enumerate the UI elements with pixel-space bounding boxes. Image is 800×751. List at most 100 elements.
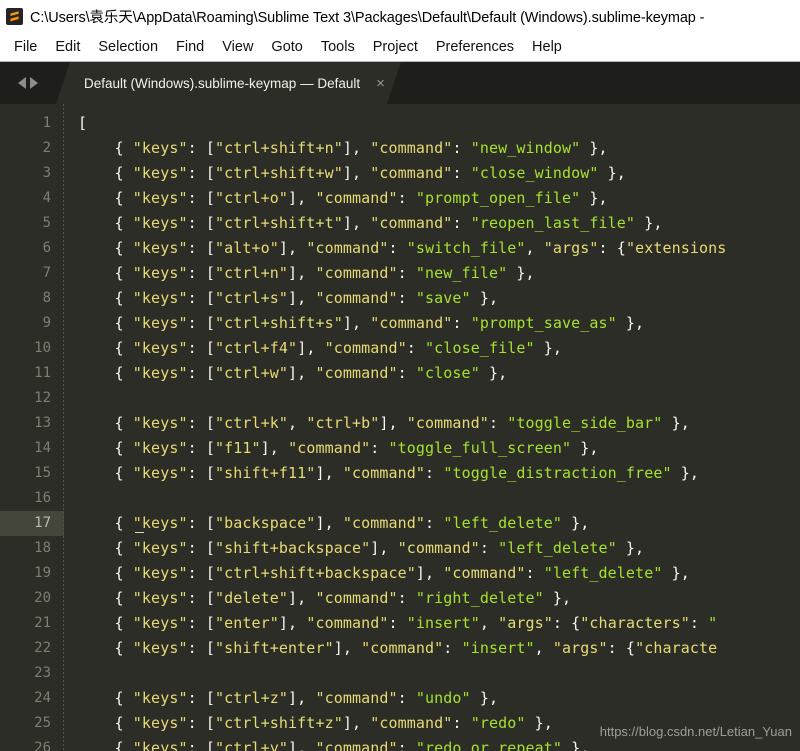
code-token: }, bbox=[616, 314, 645, 332]
line-number[interactable]: 17 bbox=[0, 511, 64, 536]
line-number[interactable]: 14 bbox=[0, 436, 64, 461]
code-line[interactable]: { "keys": ["ctrl+n"], "command": "new_fi… bbox=[78, 261, 800, 286]
code-token: : [ bbox=[187, 714, 215, 732]
code-line[interactable]: { "keys": ["ctrl+shift+backspace"], "com… bbox=[78, 561, 800, 586]
code-line[interactable]: { "keys": ["f11"], "command": "toggle_fu… bbox=[78, 436, 800, 461]
code-token: "command" bbox=[315, 264, 398, 282]
line-number[interactable]: 5 bbox=[0, 211, 64, 236]
code-token: { bbox=[78, 589, 133, 607]
code-line[interactable]: { "keys": ["ctrl+shift+s"], "command": "… bbox=[78, 311, 800, 336]
line-number[interactable]: 15 bbox=[0, 461, 64, 486]
line-number[interactable]: 22 bbox=[0, 636, 64, 661]
code-token: "command" bbox=[324, 339, 407, 357]
tab-bar: Default (Windows).sublime-keymap — Defau… bbox=[0, 62, 800, 104]
code-line[interactable]: { "keys": ["ctrl+shift+z"], "command": "… bbox=[78, 711, 800, 736]
code-token: : bbox=[406, 339, 426, 357]
line-number[interactable]: 11 bbox=[0, 361, 64, 386]
code-token: : bbox=[397, 289, 416, 307]
code-line[interactable]: { "keys": ["ctrl+z"], "command": "undo" … bbox=[78, 686, 800, 711]
code-token: : bbox=[479, 539, 499, 557]
code-token: "shift+enter" bbox=[215, 639, 334, 657]
line-number[interactable]: 21 bbox=[0, 611, 64, 636]
line-number[interactable]: 24 bbox=[0, 686, 64, 711]
code-token: }, bbox=[543, 589, 572, 607]
code-token: { bbox=[78, 464, 133, 482]
code-editor[interactable]: 1 2 3 4 5 6 7 8 9 10 11 12 13 14 15 16 17 18 19 20 21 22 23 24 2… bbox=[0, 104, 800, 751]
line-number[interactable]: 8 bbox=[0, 286, 64, 311]
code-token: }, bbox=[470, 689, 499, 707]
line-number[interactable]: 20 bbox=[0, 586, 64, 611]
line-number[interactable]: 23 bbox=[0, 661, 64, 686]
line-number[interactable]: 6 bbox=[0, 236, 64, 261]
menu-item-find[interactable]: Find bbox=[167, 37, 213, 57]
menu-item-help[interactable]: Help bbox=[523, 37, 571, 57]
line-number[interactable]: 16 bbox=[0, 486, 64, 511]
code-token: "toggle_full_screen" bbox=[388, 439, 572, 457]
menu-item-project[interactable]: Project bbox=[364, 37, 427, 57]
code-line[interactable]: { "keys": ["alt+o"], "command": "switch_… bbox=[78, 236, 800, 261]
line-number[interactable]: 4 bbox=[0, 186, 64, 211]
line-number[interactable]: 18 bbox=[0, 536, 64, 561]
line-number[interactable]: 13 bbox=[0, 411, 64, 436]
line-number[interactable]: 19 bbox=[0, 561, 64, 586]
code-line[interactable]: { "keys": ["shift+backspace"], "command"… bbox=[78, 536, 800, 561]
code-line[interactable] bbox=[78, 661, 800, 686]
line-number[interactable]: 10 bbox=[0, 336, 64, 361]
code-line[interactable]: { "keys": ["backspace"], "command": "lef… bbox=[78, 511, 800, 536]
code-line[interactable]: { "keys": ["ctrl+shift+n"], "command": "… bbox=[78, 136, 800, 161]
code-content-area[interactable]: [ { "keys": ["ctrl+shift+n"], "command":… bbox=[64, 104, 800, 751]
code-token: : bbox=[397, 189, 416, 207]
line-number[interactable]: 12 bbox=[0, 386, 64, 411]
code-token: { bbox=[78, 739, 133, 751]
line-number[interactable]: 1 bbox=[0, 111, 64, 136]
code-token: "extensions bbox=[625, 239, 727, 257]
code-token: "command" bbox=[443, 564, 526, 582]
code-token: ], bbox=[342, 714, 371, 732]
code-line[interactable]: { "keys": ["enter"], "command": "insert"… bbox=[78, 611, 800, 636]
code-token: "backspace" bbox=[215, 514, 316, 532]
line-number[interactable]: 2 bbox=[0, 136, 64, 161]
line-number[interactable]: 3 bbox=[0, 161, 64, 186]
line-number[interactable]: 25 bbox=[0, 711, 64, 736]
code-token: "keys" bbox=[132, 639, 188, 657]
code-token: : { bbox=[552, 614, 581, 632]
menu-item-view[interactable]: View bbox=[213, 37, 262, 57]
arrow-left-icon[interactable] bbox=[18, 77, 26, 89]
code-token: }, bbox=[562, 739, 590, 751]
menu-item-preferences[interactable]: Preferences bbox=[427, 37, 523, 57]
code-line[interactable]: { "keys": ["ctrl+k", "ctrl+b"], "command… bbox=[78, 411, 800, 436]
code-line[interactable]: { "keys": ["shift+f11"], "command": "tog… bbox=[78, 461, 800, 486]
menu-item-selection[interactable]: Selection bbox=[89, 37, 167, 57]
code-line[interactable]: { "keys": ["ctrl+w"], "command": "close"… bbox=[78, 361, 800, 386]
arrow-right-icon[interactable] bbox=[30, 77, 38, 89]
line-number[interactable]: 9 bbox=[0, 311, 64, 336]
code-line[interactable]: { "keys": ["shift+enter"], "command": "i… bbox=[78, 636, 800, 661]
code-token: "command" bbox=[306, 614, 389, 632]
code-line[interactable]: { "keys": ["ctrl+s"], "command": "save" … bbox=[78, 286, 800, 311]
code-token: : bbox=[397, 364, 416, 382]
code-token: "f11" bbox=[215, 439, 261, 457]
code-line[interactable]: { "keys": ["delete"], "command": "right_… bbox=[78, 586, 800, 611]
line-number[interactable]: 7 bbox=[0, 261, 64, 286]
menu-item-tools[interactable]: Tools bbox=[312, 37, 364, 57]
code-line[interactable]: { "keys": ["ctrl+shift+w"], "command": "… bbox=[78, 161, 800, 186]
code-token: "save" bbox=[415, 289, 471, 307]
code-line[interactable]: { "keys": ["ctrl+f4"], "command": "close… bbox=[78, 336, 800, 361]
editor-tab-active[interactable]: Default (Windows).sublime-keymap — Defau… bbox=[56, 62, 401, 104]
code-line[interactable]: { "keys": ["ctrl+o"], "command": "prompt… bbox=[78, 186, 800, 211]
menu-item-edit[interactable]: Edit bbox=[46, 37, 89, 57]
menu-item-file[interactable]: File bbox=[5, 37, 46, 57]
code-token: "keys" bbox=[132, 564, 188, 582]
code-line[interactable]: { "keys": ["ctrl+shift+t"], "command": "… bbox=[78, 211, 800, 236]
code-line[interactable]: { "keys": ["ctrl+y"], "command": "redo_o… bbox=[78, 736, 800, 751]
code-token: : [ bbox=[187, 514, 215, 532]
code-line[interactable] bbox=[78, 486, 800, 511]
line-number[interactable]: 26 bbox=[0, 736, 64, 751]
close-icon[interactable]: × bbox=[376, 76, 385, 91]
code-line[interactable] bbox=[78, 386, 800, 411]
menu-item-goto[interactable]: Goto bbox=[262, 37, 311, 57]
window-title: C:\Users\袁乐天\AppData\Roaming\Sublime Tex… bbox=[30, 10, 705, 26]
code-line[interactable]: [ bbox=[78, 111, 800, 136]
code-token: "keys" bbox=[132, 214, 188, 232]
code-token: "keys" bbox=[132, 139, 188, 157]
